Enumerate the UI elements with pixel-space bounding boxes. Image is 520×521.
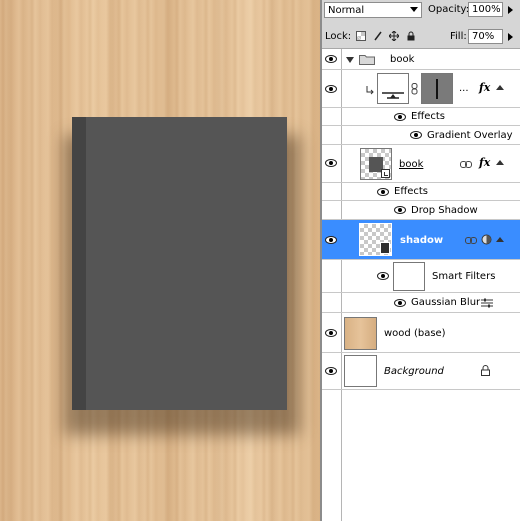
collapse-filters-icon[interactable] <box>496 237 504 242</box>
layer-name-wood[interactable]: wood (base) <box>384 328 446 339</box>
layer-wood-base[interactable]: wood (base) <box>322 313 520 353</box>
visibility-eye-icon[interactable] <box>324 367 338 375</box>
visibility-eye-icon[interactable] <box>324 159 338 167</box>
filter-gaussian-blur-label: Gaussian Blur <box>411 297 481 308</box>
effects-visibility-eye-icon[interactable] <box>393 113 407 121</box>
book-layer-thumbnail[interactable] <box>360 148 392 180</box>
effect-visibility-eye-icon[interactable] <box>409 131 423 139</box>
lock-image-brush-icon[interactable] <box>373 31 383 41</box>
layer-name-background[interactable]: Background <box>384 366 444 377</box>
fill-label: Fill: <box>450 31 467 42</box>
effects-label: Effects <box>411 111 445 122</box>
mask-link-icon[interactable] <box>411 83 418 95</box>
layers-options-bar: Normal Opacity: 100% Lock: Fill: 70% <box>322 0 520 49</box>
filter-gaussian-blur[interactable]: Gaussian Blur <box>322 293 520 313</box>
fill-field[interactable]: 70% <box>468 29 503 44</box>
fill-slider-arrow-icon[interactable] <box>508 33 513 41</box>
fx-icon[interactable]: fx <box>479 81 490 94</box>
visibility-eye-icon[interactable] <box>324 236 338 244</box>
fill-layer-thumbnail[interactable] <box>377 73 409 104</box>
layer-group-book[interactable]: book <box>322 49 520 70</box>
lock-transparency-icon[interactable] <box>356 31 366 41</box>
layer-background[interactable]: Background <box>322 353 520 390</box>
layers-panel: Normal Opacity: 100% Lock: Fill: 70% boo… <box>322 0 520 521</box>
layer-name-book-group[interactable]: book <box>390 54 414 65</box>
fx-icon[interactable]: fx <box>479 156 490 169</box>
effect-gradient-overlay[interactable]: Gradient Overlay <box>322 126 520 145</box>
blend-mode-select[interactable]: Normal <box>324 2 422 18</box>
clipping-arrow-icon <box>366 86 374 95</box>
opacity-slider-arrow-icon[interactable] <box>508 6 513 14</box>
filter-visibility-eye-icon[interactable] <box>393 299 407 307</box>
effects-row[interactable]: Effects <box>322 108 520 126</box>
layer-name-shadow[interactable]: shadow <box>400 235 443 246</box>
effect-drop-shadow[interactable]: Drop Shadow <box>322 201 520 220</box>
document-canvas[interactable] <box>0 0 320 521</box>
effect-gradient-overlay-label: Gradient Overlay <box>427 130 513 141</box>
layer-shadow-selected[interactable]: shadow <box>322 220 520 260</box>
effects-visibility-eye-icon[interactable] <box>376 188 390 196</box>
layer-link-icon[interactable] <box>460 161 472 168</box>
shadow-layer-thumbnail[interactable] <box>359 223 392 256</box>
lock-all-icon[interactable] <box>406 31 416 41</box>
blend-mode-value: Normal <box>328 5 365 16</box>
layer-gradient-fill[interactable]: ... fx <box>322 70 520 108</box>
layer-mask-thumbnail[interactable] <box>421 73 453 104</box>
collapse-effects-icon[interactable] <box>496 160 504 165</box>
visibility-eye-icon[interactable] <box>324 55 338 63</box>
book-effects-row[interactable]: Effects <box>322 183 520 201</box>
blending-options-icon[interactable] <box>481 298 493 308</box>
layer-book[interactable]: book fx <box>322 145 520 183</box>
book-spine <box>72 117 86 410</box>
layer-name-fill[interactable]: ... <box>459 83 469 94</box>
visibility-eye-icon[interactable] <box>324 85 338 93</box>
expand-triangle-icon[interactable] <box>346 57 354 63</box>
opacity-field[interactable]: 100% <box>468 2 503 17</box>
background-layer-thumbnail[interactable] <box>344 355 377 387</box>
layer-link-icon[interactable] <box>465 237 477 244</box>
effect-drop-shadow-label: Drop Shadow <box>411 205 478 216</box>
folder-icon <box>359 55 375 65</box>
visibility-eye-icon[interactable] <box>324 329 338 337</box>
book-cover <box>72 117 287 410</box>
chevron-down-icon <box>410 7 418 12</box>
smart-filter-icon[interactable] <box>481 234 492 245</box>
smart-filters-visibility-eye-icon[interactable] <box>376 272 390 280</box>
smart-filter-mask-thumbnail[interactable] <box>393 262 425 291</box>
lock-label: Lock: <box>325 31 352 42</box>
smart-filters-row[interactable]: Smart Filters <box>322 260 520 293</box>
lock-icon <box>481 365 490 376</box>
collapse-effects-icon[interactable] <box>496 85 504 90</box>
smart-filters-label: Smart Filters <box>432 271 496 282</box>
opacity-label: Opacity: <box>428 4 470 15</box>
lock-position-move-icon[interactable] <box>388 30 400 42</box>
book-effects-label: Effects <box>394 186 428 197</box>
wood-layer-thumbnail[interactable] <box>344 317 377 350</box>
effect-visibility-eye-icon[interactable] <box>393 206 407 214</box>
smart-object-badge-icon <box>381 169 390 178</box>
layer-name-book[interactable]: book <box>399 159 423 170</box>
